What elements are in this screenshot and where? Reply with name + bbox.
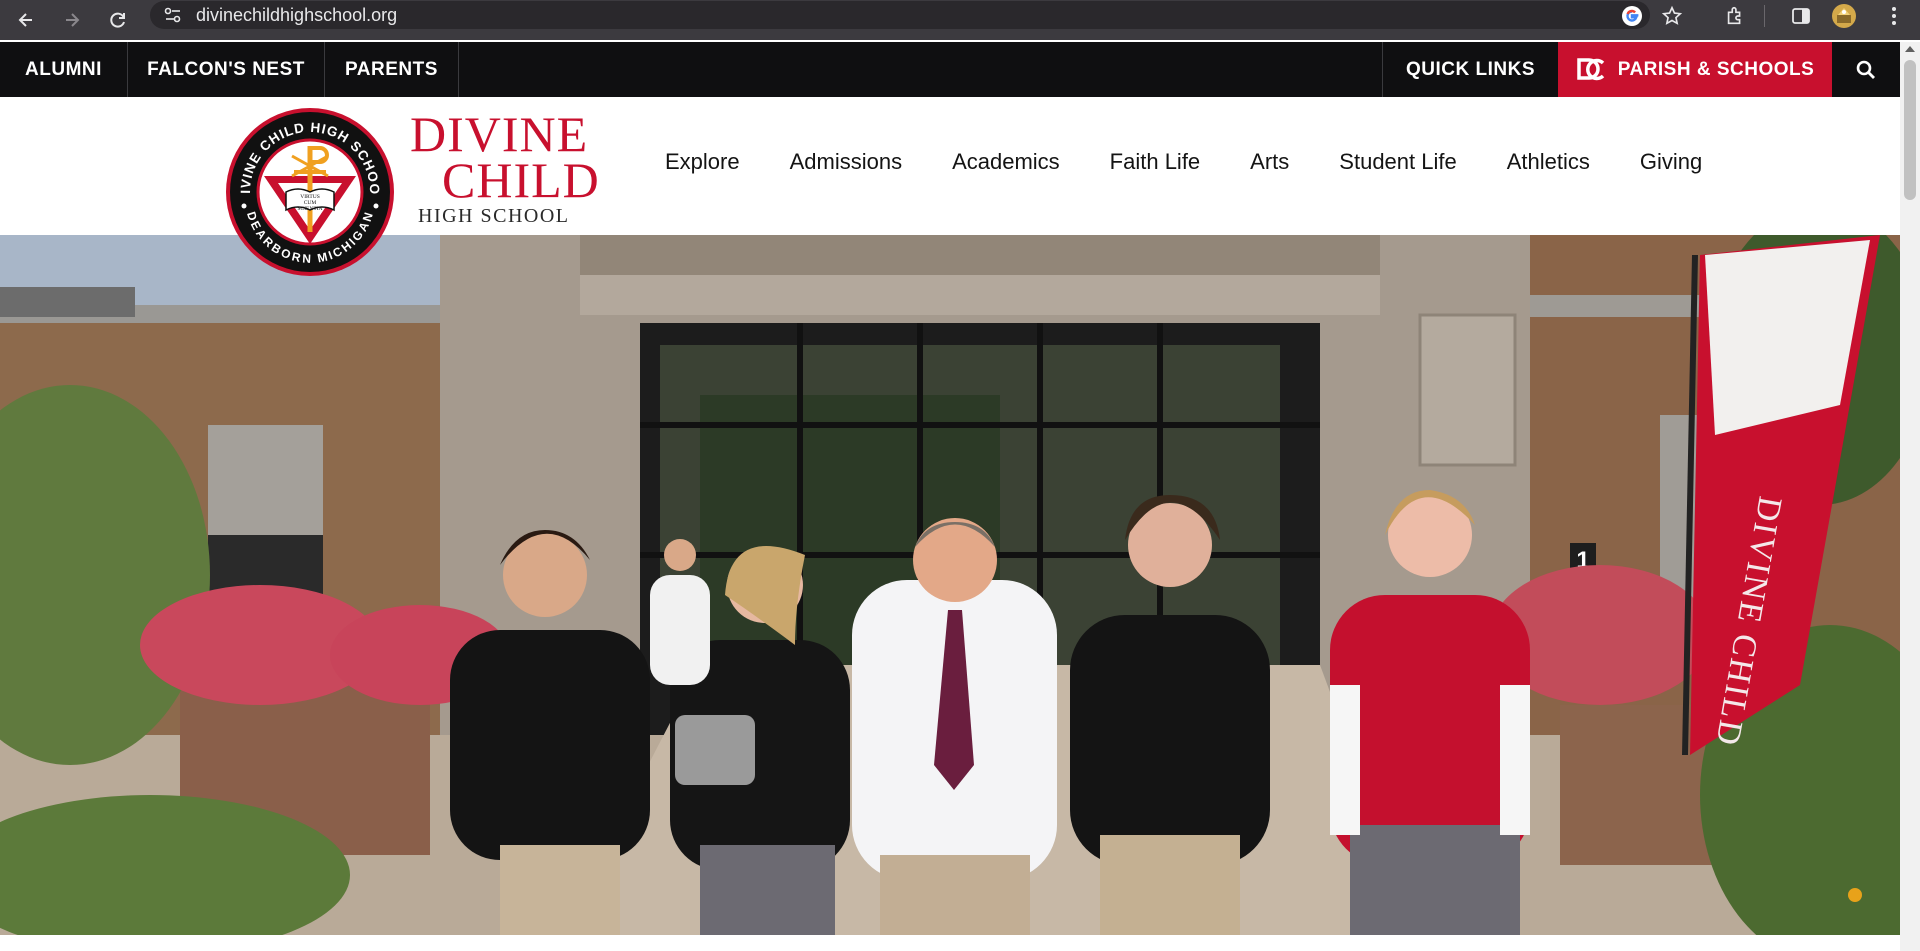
- utility-link-parents[interactable]: PARENTS: [325, 42, 459, 97]
- school-crest-logo[interactable]: DIVINE CHILD HIGH SCHOOL DEARBORN MICHIG…: [219, 94, 396, 278]
- menu-dots-icon[interactable]: [1879, 2, 1909, 30]
- profile-avatar[interactable]: [1829, 2, 1859, 30]
- address-bar[interactable]: divinechildhighschool.org: [150, 1, 1650, 29]
- crest-motto-3: SCIENTIA: [297, 206, 322, 212]
- nav-explore[interactable]: Explore: [665, 149, 740, 175]
- back-arrow-icon[interactable]: [12, 6, 40, 34]
- search-icon[interactable]: [1832, 42, 1900, 97]
- nav-student-life[interactable]: Student Life: [1339, 149, 1456, 175]
- video-status-dot[interactable]: [1848, 888, 1862, 902]
- parish-schools-label: PARISH & SCHOOLS: [1617, 58, 1815, 80]
- scroll-up-icon[interactable]: [1905, 46, 1915, 52]
- nav-athletics[interactable]: Athletics: [1507, 149, 1590, 175]
- wordmark-line2: CHILD: [442, 152, 600, 208]
- hero-video[interactable]: 1 DIVINE CHILD: [0, 235, 1900, 935]
- side-panel-icon[interactable]: [1786, 2, 1816, 30]
- nav-giving[interactable]: Giving: [1640, 149, 1702, 175]
- wordmark-line1: DIVINE: [410, 106, 589, 162]
- nav-arts[interactable]: Arts: [1250, 149, 1289, 175]
- main-nav: Explore Admissions Academics Faith Life …: [640, 149, 1727, 175]
- nav-admissions[interactable]: Admissions: [790, 149, 902, 175]
- nav-academics[interactable]: Academics: [952, 149, 1060, 175]
- utility-link-alumni[interactable]: ALUMNI: [0, 42, 128, 97]
- hero-scene: 1 DIVINE CHILD: [0, 235, 1900, 935]
- dc-logo-icon: [1576, 57, 1604, 80]
- star-icon[interactable]: [1657, 2, 1687, 30]
- utility-link-falcons-nest[interactable]: FALCON'S NEST: [128, 42, 325, 97]
- url-text[interactable]: divinechildhighschool.org: [196, 5, 397, 26]
- browser-toolbar: divinechildhighschool.org: [0, 0, 1920, 40]
- scroll-thumb[interactable]: [1904, 60, 1916, 200]
- utility-bar: ALUMNI FALCON'S NEST PARENTS QUICK LINKS…: [0, 42, 1900, 97]
- forward-arrow-icon[interactable]: [58, 6, 86, 34]
- google-icon[interactable]: [1617, 2, 1647, 30]
- wordmark-line3: HIGH SCHOOL: [418, 205, 570, 227]
- parish-schools-button[interactable]: PARISH & SCHOOLS: [1558, 42, 1832, 97]
- extensions-icon[interactable]: [1720, 2, 1750, 30]
- quick-links-button[interactable]: QUICK LINKS: [1382, 42, 1558, 97]
- reload-icon[interactable]: [104, 6, 132, 34]
- toolbar-divider: [1764, 5, 1765, 27]
- site-settings-icon[interactable]: [164, 7, 182, 28]
- site-wordmark[interactable]: DIVINE CHILD HIGH SCHOOL: [410, 106, 600, 228]
- page-scrollbar[interactable]: [1900, 42, 1920, 951]
- nav-faith-life[interactable]: Faith Life: [1110, 149, 1201, 175]
